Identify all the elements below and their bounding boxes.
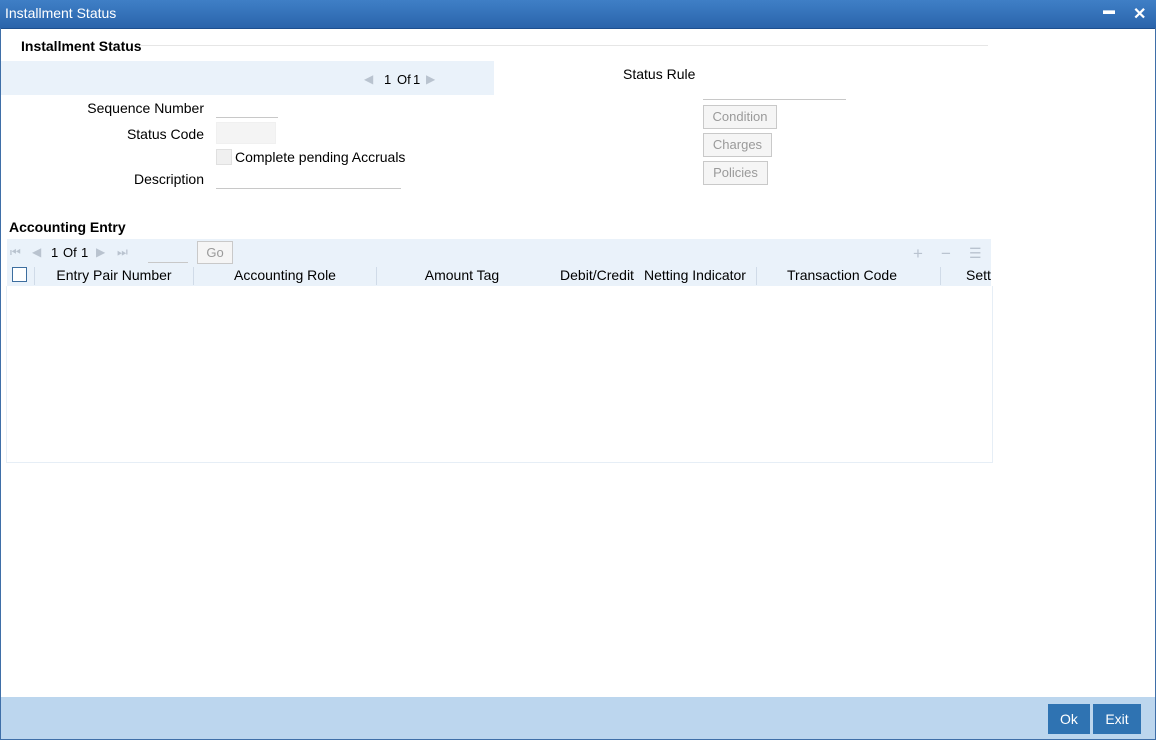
column-header-accounting-role[interactable]: Accounting Role (194, 265, 376, 285)
description-field[interactable] (216, 168, 401, 189)
pager-of: Of (397, 72, 411, 87)
grid-page-input[interactable] (148, 243, 188, 263)
column-header-netting-indicator[interactable]: Netting Indicator (643, 265, 747, 285)
complete-pending-accruals-checkbox[interactable] (216, 149, 232, 165)
grid-pager-total: 1 (81, 245, 89, 260)
complete-pending-accruals-label: Complete pending Accruals (235, 149, 406, 165)
status-code-field[interactable] (216, 122, 276, 144)
policies-button[interactable]: Policies (703, 161, 768, 185)
minimize-icon[interactable]: ▬ (1103, 3, 1115, 17)
column-header-debit-credit[interactable]: Debit/Credit (553, 265, 641, 285)
add-row-icon[interactable]: + (913, 244, 923, 264)
condition-button[interactable]: Condition (703, 105, 777, 129)
grid-next-page-icon[interactable]: ▶ (96, 245, 105, 259)
grid-go-button[interactable]: Go (197, 241, 233, 264)
description-label: Description (133, 171, 204, 187)
column-separator (940, 267, 941, 285)
ok-button[interactable]: Ok (1048, 704, 1090, 734)
status-code-label: Status Code (126, 126, 204, 142)
section-title-accounting-entry: Accounting Entry (9, 219, 126, 235)
column-header-transaction-code[interactable]: Transaction Code (757, 265, 927, 285)
exit-button[interactable]: Exit (1093, 704, 1141, 734)
column-header-settlement[interactable]: Sett (959, 265, 991, 285)
pager-next-icon[interactable]: ▶ (426, 72, 435, 86)
remove-row-icon[interactable]: − (941, 244, 951, 264)
grid-pager-current: 1 (51, 245, 59, 260)
pager-current: 1 (384, 72, 392, 87)
footer-bar (1, 697, 1155, 739)
section-title-installment-status: Installment Status (21, 38, 142, 54)
charges-button[interactable]: Charges (703, 133, 772, 157)
grid-header: Entry Pair Number Accounting Role Amount… (7, 265, 991, 287)
pager-prev-icon[interactable]: ◀ (364, 72, 373, 86)
column-header-entry-pair-number[interactable]: Entry Pair Number (35, 265, 193, 285)
grid-pager-of: Of (63, 245, 77, 260)
column-list-icon[interactable]: ☰ (969, 245, 982, 262)
window-title-bar: Installment Status ▬ ✕ (0, 0, 1156, 29)
grid-prev-page-icon[interactable]: ◀ (32, 245, 41, 259)
section-divider (140, 45, 988, 46)
select-all-checkbox[interactable] (12, 267, 27, 282)
column-header-amount-tag[interactable]: Amount Tag (377, 265, 547, 285)
grid-body (6, 286, 993, 463)
grid-first-page-icon[interactable]: ⏮ (10, 245, 21, 260)
pager-total: 1 (413, 72, 421, 87)
grid-last-page-icon[interactable]: ⏭ (117, 245, 128, 260)
window-title: Installment Status (5, 5, 117, 21)
sequence-number-label: Sequence Number (87, 100, 204, 116)
close-icon[interactable]: ✕ (1133, 4, 1146, 24)
status-rule-field[interactable] (703, 79, 846, 100)
sequence-number-field[interactable] (216, 97, 278, 118)
status-rule-label: Status Rule (623, 66, 696, 82)
